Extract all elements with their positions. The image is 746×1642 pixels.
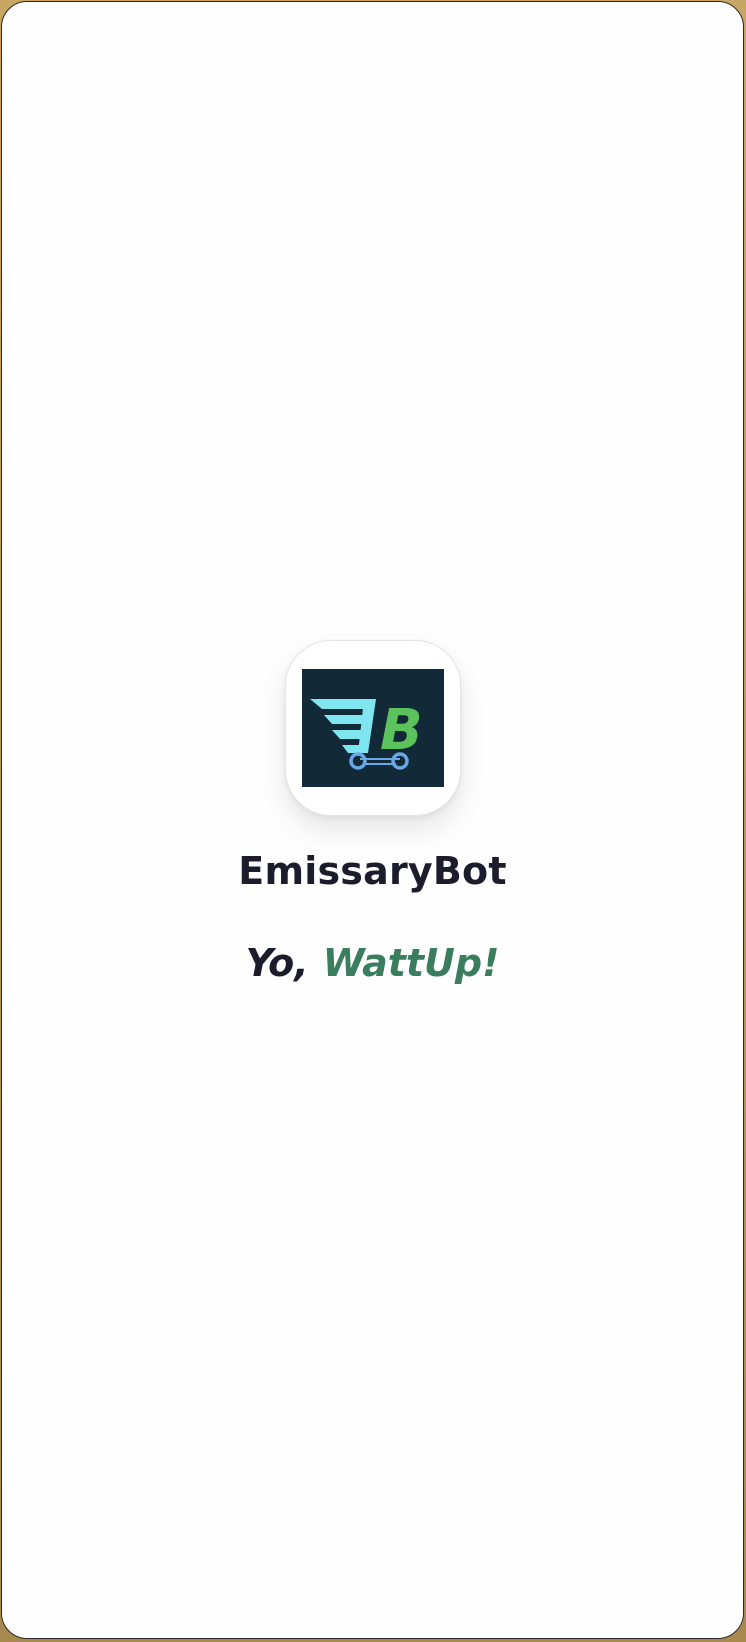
greeting-accent: WattUp!	[322, 941, 500, 985]
device-frame: B EmissaryBot Yo, WattUp!	[0, 0, 746, 1642]
greeting-prefix: Yo,	[245, 941, 309, 985]
app-icon-tile: B	[284, 640, 461, 816]
greeting-text: Yo, WattUp!	[246, 944, 500, 982]
app-name: EmissaryBot	[238, 849, 507, 893]
splash-screen: B EmissaryBot Yo, WattUp!	[1, 1, 744, 1639]
splash-content: B EmissaryBot Yo, WattUp!	[2, 640, 743, 982]
shopping-cart-b-logo-icon: B	[301, 669, 444, 787]
